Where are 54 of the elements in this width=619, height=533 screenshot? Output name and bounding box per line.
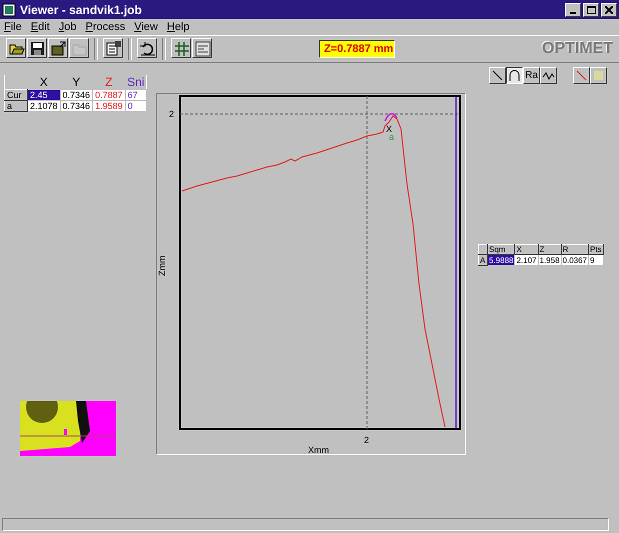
column-header: Y <box>72 75 80 89</box>
y-axis-label: Zmm <box>157 256 167 276</box>
row-header[interactable]: Cur <box>4 90 28 100</box>
minimize-icon <box>570 12 576 14</box>
table-cell: 1.958 <box>538 254 562 266</box>
table-cell: 0.0367 <box>561 254 588 266</box>
maximize-icon <box>586 6 596 14</box>
menu-item[interactable]: Help <box>166 21 190 33</box>
row-header[interactable]: A <box>478 254 488 266</box>
tool-button[interactable] <box>506 67 523 84</box>
header-corner <box>478 244 488 254</box>
y-tick-label: 2 <box>169 109 174 119</box>
close-icon <box>605 6 613 14</box>
close-button[interactable] <box>601 2 617 16</box>
peak-arc <box>384 112 398 122</box>
column-header: X <box>514 244 538 254</box>
app-icon <box>2 2 16 16</box>
column-header: Sni <box>127 75 144 89</box>
x-axis-label: Xmm <box>308 445 329 454</box>
table-cell: 2.107 <box>514 254 538 266</box>
row-header[interactable]: a <box>4 100 28 112</box>
table-cell: 0.7887 <box>92 90 126 100</box>
column-header: X <box>40 75 48 89</box>
menu-item[interactable]: View <box>134 21 158 33</box>
table-cell: 1.9589 <box>92 100 126 112</box>
table-cell: 2.45 <box>28 90 60 100</box>
column-header: R <box>561 244 588 254</box>
arc-icon <box>508 69 521 82</box>
table-cell: 2.1078 <box>28 100 60 112</box>
menu-item[interactable]: Job <box>58 21 76 33</box>
table-cell: 0.7346 <box>60 90 93 100</box>
menu-item[interactable]: File <box>4 21 22 33</box>
marker-x: X <box>386 124 392 134</box>
x-tick-label: 2 <box>364 435 370 445</box>
column-header: Z <box>105 75 112 89</box>
line-icon <box>491 69 504 82</box>
table-cell: 0.7346 <box>60 100 93 112</box>
z-readout: Z=0.7887 mm <box>318 40 395 58</box>
maximize-button[interactable] <box>583 2 599 16</box>
swatch-icon <box>592 69 605 82</box>
menu-item[interactable]: Edit <box>30 21 50 33</box>
marker-label: a <box>389 132 394 142</box>
table-cell: 9 <box>588 254 604 266</box>
menu-item[interactable]: Process <box>85 21 126 33</box>
tool-button[interactable]: Ra <box>523 67 540 84</box>
column-header: Sqm <box>488 244 515 254</box>
logo: OPTIMET <box>542 40 613 58</box>
window-title: Viewer - sandvik1.job <box>20 2 143 16</box>
column-header: Z <box>538 244 562 254</box>
slash-icon <box>575 69 588 82</box>
column-header: Pts <box>588 244 604 254</box>
table-cell: 67 <box>125 90 146 100</box>
minimize-button[interactable] <box>565 2 581 16</box>
table-cell: 0 <box>125 100 146 112</box>
